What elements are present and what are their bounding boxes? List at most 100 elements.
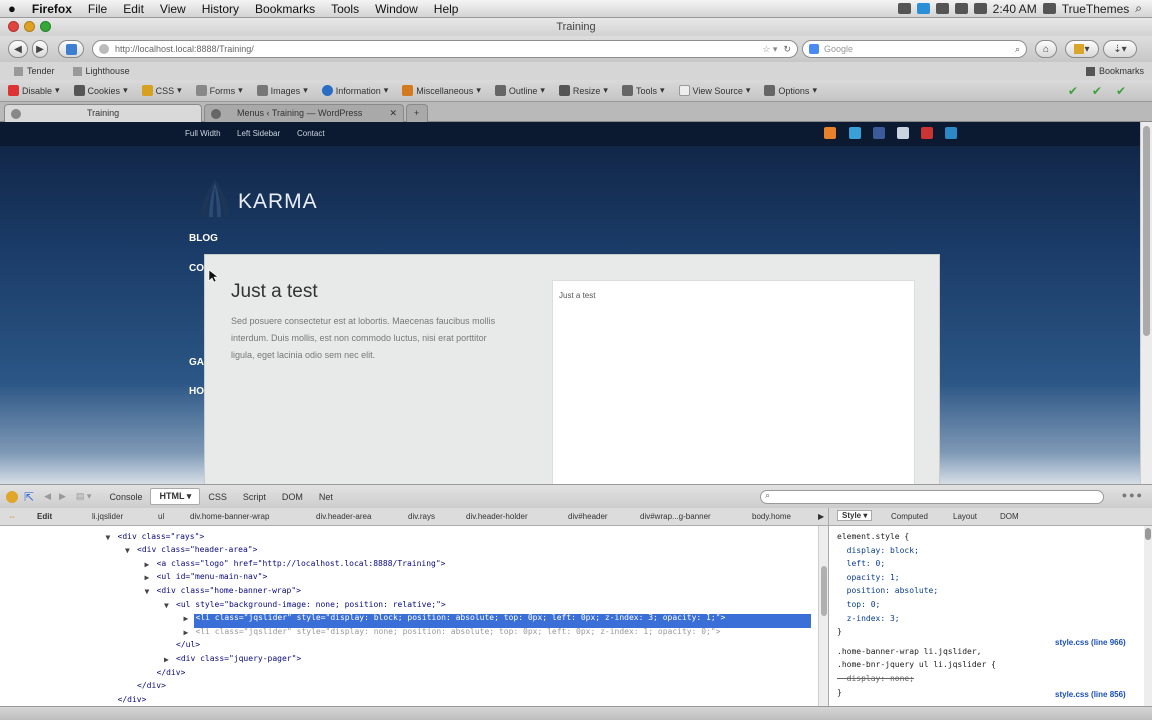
node-collapse-icon[interactable]: ▼ bbox=[106, 533, 111, 542]
html-node-line[interactable]: </div> bbox=[157, 668, 186, 677]
html-node-line[interactable]: </div> bbox=[137, 681, 166, 690]
breadcrumb-ul[interactable]: ul bbox=[158, 512, 164, 521]
breadcrumb-body-home[interactable]: body.home bbox=[752, 512, 791, 521]
html-node-line[interactable]: <div class="header-area"> bbox=[137, 545, 257, 554]
firebug-edit-button[interactable]: Edit bbox=[37, 512, 52, 521]
downloads-button[interactable]: ⇣▾ bbox=[1103, 40, 1137, 58]
search-icon[interactable]: ⌕ bbox=[1015, 44, 1020, 55]
back-button[interactable]: ◀ bbox=[8, 40, 28, 58]
volume-status-icon[interactable] bbox=[973, 3, 987, 14]
site-nav-ga[interactable]: GA bbox=[189, 357, 204, 368]
page-scrollbar[interactable] bbox=[1140, 122, 1152, 484]
clock-text[interactable]: 2:40 AM bbox=[993, 2, 1037, 16]
html-panel-scrollbar[interactable] bbox=[818, 526, 828, 706]
firebug-window-controls[interactable]: ●●● bbox=[1122, 490, 1144, 500]
tab-training[interactable]: Training bbox=[4, 104, 202, 122]
html-node-line[interactable]: <div class="rays"> bbox=[118, 532, 205, 541]
firebug-icon[interactable] bbox=[6, 490, 18, 503]
node-collapse-icon[interactable]: ▼ bbox=[164, 601, 169, 610]
tab-close-icon[interactable]: ✕ bbox=[389, 105, 397, 122]
html-node-line[interactable]: <div class="home-banner-wrap"> bbox=[157, 586, 302, 595]
bookmark-lighthouse[interactable]: Lighthouse bbox=[72, 66, 130, 76]
inspect-element-icon[interactable]: ⇱ bbox=[24, 490, 34, 504]
reload-icon[interactable]: ↻ bbox=[783, 44, 791, 55]
site-nav-blog[interactable]: BLOG bbox=[189, 233, 218, 244]
camera-status-icon[interactable] bbox=[897, 3, 911, 14]
wd-tools[interactable]: Tools ▾ bbox=[621, 85, 665, 96]
top-link-contact[interactable]: Contact bbox=[297, 129, 325, 138]
search-bar[interactable]: Google ⌕ bbox=[802, 40, 1027, 58]
node-collapse-icon[interactable]: ▼ bbox=[125, 546, 130, 555]
menu-window[interactable]: Window bbox=[367, 2, 426, 16]
style-source-link-856[interactable]: style.css (line 856) bbox=[1055, 690, 1126, 699]
breadcrumb-wrap-banner[interactable]: div#wrap...g-banner bbox=[640, 512, 711, 521]
skype-icon[interactable] bbox=[849, 127, 861, 139]
site-identity-icon[interactable] bbox=[99, 44, 109, 54]
flickr-icon[interactable] bbox=[897, 127, 909, 139]
wd-information[interactable]: Information ▾ bbox=[321, 85, 388, 96]
side-tab-computed[interactable]: Computed bbox=[891, 512, 928, 521]
nav-forward-icon[interactable]: ▶ bbox=[59, 491, 66, 502]
side-tab-dom[interactable]: DOM bbox=[1000, 512, 1019, 521]
linkedin-icon[interactable] bbox=[945, 127, 957, 139]
wifi-status-icon[interactable] bbox=[954, 3, 968, 14]
top-link-full-width[interactable]: Full Width bbox=[185, 129, 221, 138]
new-tab-button[interactable]: + bbox=[406, 104, 428, 122]
firebug-tab-dom[interactable]: DOM bbox=[274, 490, 311, 504]
home-button[interactable]: ⌂ bbox=[1035, 40, 1057, 58]
karma-logo-icon[interactable] bbox=[198, 177, 232, 221]
firebug-search-input[interactable]: ⌕ bbox=[760, 490, 1104, 504]
node-collapse-icon[interactable]: ▼ bbox=[145, 587, 150, 596]
html-node-line[interactable]: <div class="jquery-pager"> bbox=[176, 654, 301, 663]
html-node-line[interactable]: <li class="jqslider" style="display: blo… bbox=[196, 613, 726, 622]
forward-button[interactable]: ▶ bbox=[32, 40, 48, 58]
battery-status-icon[interactable] bbox=[1042, 3, 1056, 14]
menu-view[interactable]: View bbox=[152, 2, 194, 16]
style-panel-scrollbar[interactable] bbox=[1144, 526, 1152, 706]
apple-menu-icon[interactable]: ● bbox=[0, 1, 24, 16]
minimize-window-button[interactable] bbox=[24, 21, 35, 32]
html-node-line[interactable]: <li class="jqslider" style="display: non… bbox=[196, 627, 721, 636]
style-panel-scrollbar-thumb[interactable] bbox=[1145, 528, 1151, 540]
bluetooth-status-icon[interactable] bbox=[935, 3, 949, 14]
firebug-tab-console[interactable]: Console bbox=[101, 490, 150, 504]
wd-options[interactable]: Options ▾ bbox=[764, 85, 817, 96]
breadcrumb-home-banner-wrap[interactable]: div.home-banner-wrap bbox=[190, 512, 269, 521]
html-panel-scrollbar-thumb[interactable] bbox=[821, 566, 827, 616]
wd-outline[interactable]: Outline ▾ bbox=[494, 85, 545, 96]
url-bar[interactable]: http://localhost.local:8888/Training/ ☆ … bbox=[92, 40, 798, 58]
menu-bookmarks[interactable]: Bookmarks bbox=[247, 2, 323, 16]
skype-status-icon[interactable] bbox=[916, 3, 930, 14]
menu-app-firefox[interactable]: Firefox bbox=[24, 2, 80, 16]
html-node-line[interactable]: <a class="logo" href="http://localhost.l… bbox=[157, 559, 446, 568]
wd-disable[interactable]: Disable ▾ bbox=[8, 85, 60, 96]
breadcrumb-scroll-icon[interactable]: ▶ bbox=[818, 512, 824, 521]
html-node-line[interactable]: <div class="header-holder"> bbox=[98, 526, 228, 527]
spotlight-icon[interactable]: ⌕ bbox=[1135, 1, 1142, 16]
firebug-menu-icon[interactable]: ▤ ▾ bbox=[76, 491, 92, 502]
facebook-icon[interactable] bbox=[873, 127, 885, 139]
html-node-line[interactable]: <ul id="menu-main-nav"> bbox=[157, 572, 268, 581]
site-nav-ho[interactable]: HO bbox=[189, 386, 204, 397]
top-link-left-sidebar[interactable]: Left Sidebar bbox=[237, 129, 280, 138]
firebug-tab-html[interactable]: HTML ▾ bbox=[150, 488, 201, 505]
menu-file[interactable]: File bbox=[80, 2, 115, 16]
firebug-tab-css[interactable]: CSS bbox=[200, 490, 235, 504]
site-logo-text[interactable]: KARMA bbox=[238, 190, 318, 214]
bookmark-tender[interactable]: Tender bbox=[14, 66, 55, 76]
firebug-tab-script[interactable]: Script bbox=[235, 490, 274, 504]
bookmark-star-icon[interactable]: ☆ ▾ bbox=[762, 44, 777, 55]
addon-button[interactable]: ▾ bbox=[1065, 40, 1099, 58]
menu-edit[interactable]: Edit bbox=[115, 2, 152, 16]
google-search-engine-icon[interactable] bbox=[809, 44, 819, 54]
wd-css[interactable]: CSS ▾ bbox=[141, 85, 182, 96]
html-node-line[interactable]: </div> bbox=[118, 695, 147, 704]
breadcrumb-rays[interactable]: div.rays bbox=[408, 512, 435, 521]
wd-view-source[interactable]: View Source ▾ bbox=[678, 85, 750, 96]
html-node-line[interactable]: </ul> bbox=[176, 640, 200, 649]
firebug-tab-net[interactable]: Net bbox=[311, 490, 341, 504]
wd-forms[interactable]: Forms ▾ bbox=[195, 85, 243, 96]
side-tab-style[interactable]: Style ▾ bbox=[837, 510, 873, 521]
node-expand-icon[interactable]: ▶ bbox=[184, 614, 189, 623]
youtube-icon[interactable] bbox=[921, 127, 933, 139]
